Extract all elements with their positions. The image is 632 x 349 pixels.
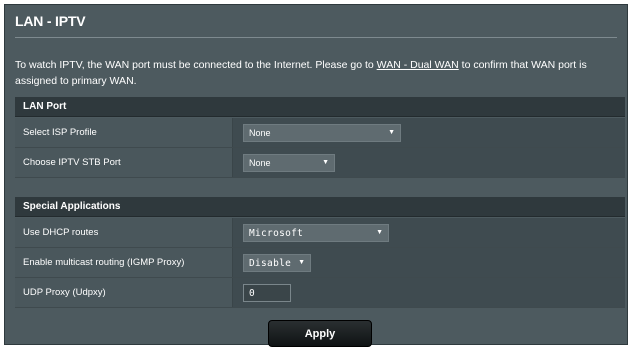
chevron-down-icon: ▼ bbox=[376, 229, 383, 236]
description-text-pre: To watch IPTV, the WAN port must be conn… bbox=[15, 59, 377, 71]
udp-proxy-value: 0 bbox=[249, 288, 256, 299]
udp-proxy-input[interactable]: 0 bbox=[243, 284, 291, 302]
chevron-down-icon: ▼ bbox=[322, 159, 329, 166]
dhcp-routes-label: Use DHCP routes bbox=[15, 218, 233, 247]
multicast-routing-value: Disable bbox=[249, 258, 292, 269]
chevron-down-icon: ▼ bbox=[388, 129, 395, 136]
row-isp-profile: Select ISP Profile None ▼ bbox=[15, 118, 625, 148]
isp-profile-field: None ▼ bbox=[233, 118, 625, 147]
chevron-down-icon: ▼ bbox=[298, 259, 305, 266]
row-iptv-stb-port: Choose IPTV STB Port None ▼ bbox=[15, 148, 625, 178]
section-header-lan-port: LAN Port bbox=[15, 97, 625, 117]
isp-profile-label: Select ISP Profile bbox=[15, 118, 233, 147]
apply-button[interactable]: Apply bbox=[268, 320, 372, 347]
multicast-routing-field: Disable ▼ bbox=[233, 248, 625, 277]
iptv-stb-port-value: None bbox=[249, 158, 271, 168]
iptv-stb-port-select[interactable]: None ▼ bbox=[243, 154, 335, 172]
page-description: To watch IPTV, the WAN port must be conn… bbox=[15, 57, 615, 89]
dhcp-routes-value: Microsoft bbox=[249, 228, 304, 239]
isp-profile-value: None bbox=[249, 128, 271, 138]
iptv-stb-port-field: None ▼ bbox=[233, 148, 625, 177]
multicast-routing-select[interactable]: Disable ▼ bbox=[243, 254, 311, 272]
iptv-stb-port-label: Choose IPTV STB Port bbox=[15, 148, 233, 177]
row-multicast-routing: Enable multicast routing (IGMP Proxy) Di… bbox=[15, 248, 625, 278]
dhcp-routes-field: Microsoft ▼ bbox=[233, 218, 625, 247]
dhcp-routes-select[interactable]: Microsoft ▼ bbox=[243, 224, 389, 242]
udp-proxy-label: UDP Proxy (Udpxy) bbox=[15, 278, 233, 307]
section-header-special-applications: Special Applications bbox=[15, 197, 625, 217]
title-divider bbox=[15, 37, 617, 38]
udp-proxy-field: 0 bbox=[233, 278, 625, 307]
multicast-routing-label: Enable multicast routing (IGMP Proxy) bbox=[15, 248, 233, 277]
wan-dual-wan-link[interactable]: WAN - Dual WAN bbox=[377, 59, 459, 71]
page-title: LAN - IPTV bbox=[15, 13, 86, 29]
isp-profile-select[interactable]: None ▼ bbox=[243, 124, 401, 142]
row-dhcp-routes: Use DHCP routes Microsoft ▼ bbox=[15, 218, 625, 248]
iptv-settings-panel: LAN - IPTV To watch IPTV, the WAN port m… bbox=[4, 4, 628, 345]
row-udp-proxy: UDP Proxy (Udpxy) 0 bbox=[15, 278, 625, 308]
